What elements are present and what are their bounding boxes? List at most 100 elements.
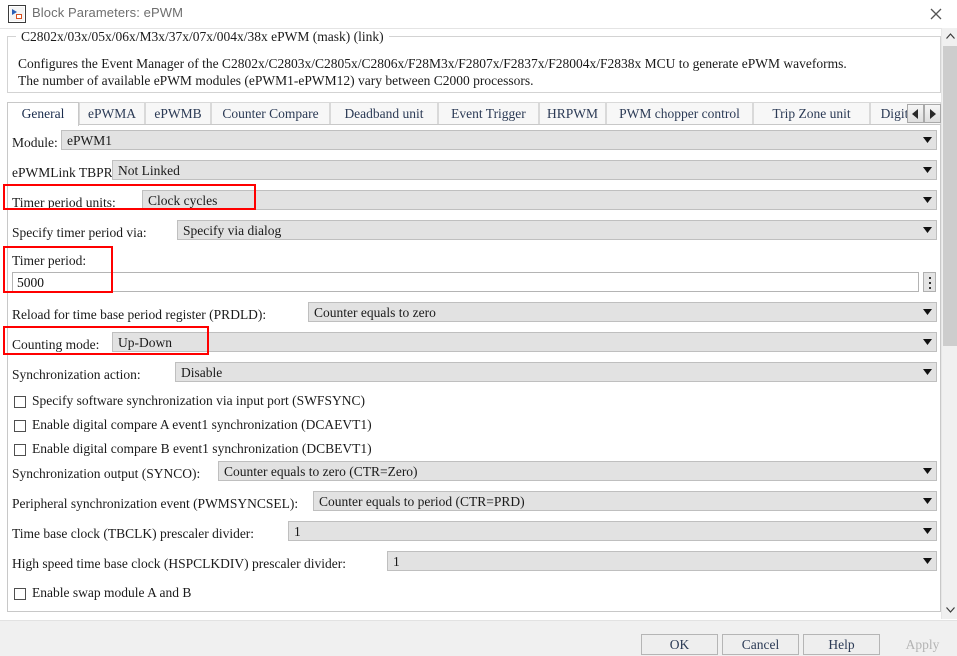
chevron-down-icon <box>918 552 936 570</box>
help-label: Help <box>828 637 855 652</box>
close-icon[interactable] <box>925 4 947 24</box>
sync-action-value: Disable <box>181 365 223 380</box>
tab-general[interactable]: General <box>7 102 79 126</box>
scrollbar-thumb[interactable] <box>943 46 957 346</box>
tab-event-trigger[interactable]: Event Trigger <box>438 102 539 125</box>
description-text: Configures the Event Manager of the C280… <box>18 56 847 88</box>
chevron-down-icon <box>918 191 936 209</box>
tab-label: PWM chopper control <box>619 106 740 121</box>
cancel-button[interactable]: Cancel <box>722 634 799 655</box>
ok-button[interactable]: OK <box>641 634 718 655</box>
sync-action-label: Synchronization action: <box>12 367 141 382</box>
tbclk-value: 1 <box>294 524 301 539</box>
scroll-down-button[interactable] <box>942 602 957 619</box>
dialog-button-bar: OK Cancel Help Apply <box>0 620 957 656</box>
timer-period-units-value: Clock cycles <box>148 193 218 208</box>
tab-strip: General ePWMA ePWMB Counter Compare Dead… <box>7 102 941 126</box>
counting-mode-value: Up-Down <box>118 335 172 350</box>
scroll-up-button[interactable] <box>942 28 957 45</box>
tab-epwmb[interactable]: ePWMB <box>145 102 211 125</box>
tbclk-combobox[interactable]: 1 <box>288 521 937 541</box>
apply-label: Apply <box>905 637 940 652</box>
tab-deadband-unit[interactable]: Deadband unit <box>330 102 438 125</box>
swfsync-label: Specify software synchronization via inp… <box>32 393 365 408</box>
epwmlink-tbprd-label: ePWMLink TBPRD <box>12 165 123 180</box>
chevron-right-icon <box>925 109 940 119</box>
module-combobox[interactable]: ePWM1 <box>61 130 937 150</box>
chevron-down-icon <box>918 522 936 540</box>
tab-label: Deadband unit <box>344 106 424 121</box>
pwmsyncsel-value: Counter equals to period (CTR=PRD) <box>319 494 525 509</box>
hspclkdiv-value: 1 <box>393 554 400 569</box>
timer-period-value: 5000 <box>17 275 44 290</box>
swap-modules-checkbox[interactable] <box>14 588 26 600</box>
tab-pwm-chopper-control[interactable]: PWM chopper control <box>606 102 753 125</box>
chevron-up-icon <box>942 33 957 39</box>
specify-timer-period-via-value: Specify via dialog <box>183 223 282 238</box>
tab-label: General <box>21 106 65 121</box>
help-button[interactable]: Help <box>803 634 880 655</box>
chevron-down-icon <box>918 333 936 351</box>
dcaevt1-checkbox[interactable] <box>14 420 26 432</box>
chevron-down-icon <box>918 492 936 510</box>
specify-timer-period-via-label: Specify timer period via: <box>12 225 147 240</box>
chevron-down-icon <box>918 161 936 179</box>
apply-button: Apply <box>884 634 957 655</box>
synco-label: Synchronization output (SYNCO): <box>12 466 201 481</box>
tab-label: Trip Zone unit <box>772 106 851 121</box>
hspclkdiv-label: High speed time base clock (HSPCLKDIV) p… <box>12 556 347 571</box>
synco-combobox[interactable]: Counter equals to zero (CTR=Zero) <box>218 461 937 481</box>
window-title: Block Parameters: ePWM <box>32 5 184 20</box>
block-parameters-icon <box>8 5 26 23</box>
tab-epwma[interactable]: ePWMA <box>79 102 145 125</box>
chevron-down-icon <box>918 303 936 321</box>
timer-period-input[interactable]: 5000 <box>12 272 919 292</box>
tab-hrpwm[interactable]: HRPWM <box>539 102 606 125</box>
epwmlink-tbprd-combobox[interactable]: Not Linked <box>112 160 937 180</box>
tab-label: Counter Compare <box>222 106 319 121</box>
title-bar: Block Parameters: ePWM <box>0 0 957 29</box>
sync-action-combobox[interactable]: Disable <box>175 362 937 382</box>
chevron-down-icon <box>918 221 936 239</box>
chevron-down-icon <box>942 607 957 613</box>
prdld-label: Reload for time base period register (PR… <box>12 307 267 322</box>
tab-trip-zone-unit[interactable]: Trip Zone unit <box>753 102 870 125</box>
module-value: ePWM1 <box>67 133 112 148</box>
vertical-scrollbar[interactable] <box>941 28 957 619</box>
counting-mode-combobox[interactable]: Up-Down <box>112 332 937 352</box>
epwmlink-tbprd-value: Not Linked <box>118 163 180 178</box>
pwmsyncsel-combobox[interactable]: Counter equals to period (CTR=PRD) <box>313 491 937 511</box>
chevron-left-icon <box>908 109 923 119</box>
prdld-value: Counter equals to zero <box>314 305 436 320</box>
specify-timer-period-via-combobox[interactable]: Specify via dialog <box>177 220 937 240</box>
dcbevt1-checkbox[interactable] <box>14 444 26 456</box>
chevron-down-icon <box>918 363 936 381</box>
tab-counter-compare[interactable]: Counter Compare <box>211 102 330 125</box>
chevron-down-icon <box>918 462 936 480</box>
swap-modules-label: Enable swap module A and B <box>32 585 192 600</box>
prdld-combobox[interactable]: Counter equals to zero <box>308 302 937 322</box>
general-tab-panel: Module: ePWM1 ePWMLink TBPRD Not Linked … <box>7 124 941 612</box>
tab-label: Event Trigger <box>451 106 526 121</box>
dcaevt1-label: Enable digital compare A event1 synchron… <box>32 417 372 432</box>
tbclk-label: Time base clock (TBCLK) prescaler divide… <box>12 526 255 541</box>
dcbevt1-label: Enable digital compare B event1 synchron… <box>32 441 372 456</box>
tab-scroll-left-button[interactable] <box>907 104 924 123</box>
timer-period-label: Timer period: <box>12 253 87 268</box>
tab-scroll-right-button[interactable] <box>924 104 941 123</box>
synco-value: Counter equals to zero (CTR=Zero) <box>224 464 418 479</box>
description-legend: C2802x/03x/05x/06x/M3x/37x/07x/004x/38x … <box>16 29 389 45</box>
tab-label: ePWMA <box>88 106 136 121</box>
timer-period-units-combobox[interactable]: Clock cycles <box>142 190 937 210</box>
module-label: Module: <box>12 135 58 150</box>
tab-label: ePWMB <box>154 106 202 121</box>
pwmsyncsel-label: Peripheral synchronization event (PWMSYN… <box>12 496 299 511</box>
counting-mode-label: Counting mode: <box>12 337 100 352</box>
cancel-label: Cancel <box>741 637 780 652</box>
swfsync-checkbox[interactable] <box>14 396 26 408</box>
chevron-down-icon <box>918 131 936 149</box>
timer-period-stepper[interactable] <box>923 272 936 292</box>
hspclkdiv-combobox[interactable]: 1 <box>387 551 937 571</box>
ok-label: OK <box>669 637 690 652</box>
tab-label: HRPWM <box>546 106 598 121</box>
